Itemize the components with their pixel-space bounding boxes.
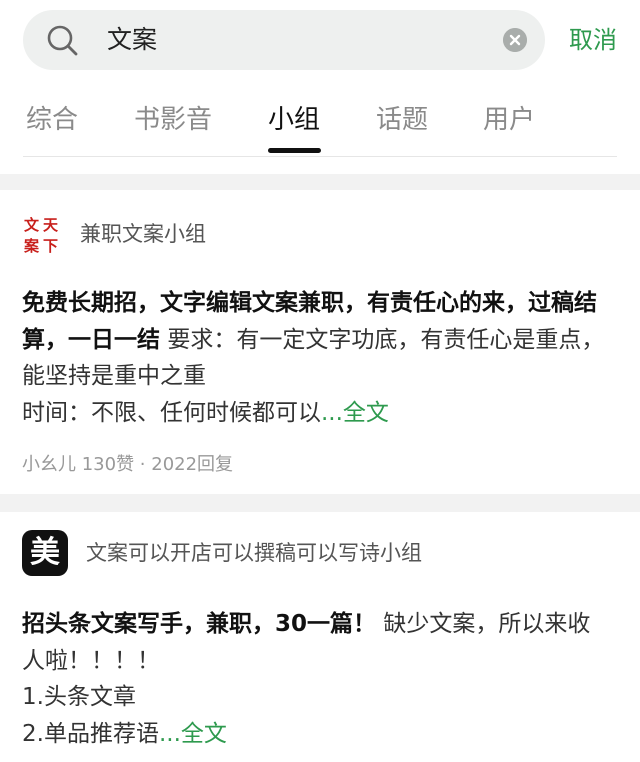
active-tab-indicator [268, 148, 321, 153]
section-gap [0, 494, 640, 512]
tab-users[interactable]: 用户 [483, 96, 535, 144]
svg-text:案: 案 [23, 237, 40, 255]
svg-text:天: 天 [43, 216, 59, 234]
read-more-link[interactable]: ...全文 [321, 400, 389, 426]
post-meta: 小幺儿 130赞 · 2022回复 [22, 454, 234, 475]
group-logo: 文 天 案 下 [23, 216, 59, 255]
group-name[interactable]: 兼职文案小组 [80, 219, 206, 249]
cancel-button[interactable]: 取消 [569, 22, 617, 58]
tab-comprehensive[interactable]: 综合 [26, 96, 78, 144]
search-icon [47, 25, 78, 56]
post-text-line: 2.单品推荐语 [22, 720, 159, 747]
clear-icon[interactable] [503, 28, 527, 52]
search-bar[interactable]: 文案 [23, 10, 545, 70]
read-more-link[interactable]: ...全文 [159, 721, 227, 747]
group-header[interactable]: 美 文案可以开店可以撰稿可以写诗小组 [22, 530, 422, 576]
post-title: 招头条文案写手，兼职，30一篇！ [22, 611, 377, 637]
tab-books-movies-music[interactable]: 书影音 [134, 96, 212, 144]
tab-topics[interactable]: 话题 [376, 96, 428, 144]
group-header[interactable]: 文 天 案 下 兼职文案小组 [22, 212, 206, 256]
post-text-line: 1.头条文章 [22, 684, 136, 710]
svg-text:文: 文 [24, 216, 40, 234]
search-results-page: 文案 取消 综合 书影音 小组 话题 用户 文 天 案 下 兼职文案小组 免费长… [0, 0, 640, 762]
svg-text:下: 下 [43, 237, 58, 255]
post-content[interactable]: 招头条文案写手，兼职，30一篇！ 缺少文案，所以来收人啦！！！！ 1.头条文章 … [22, 606, 612, 752]
post-card[interactable]: 美 文案可以开店可以撰稿可以写诗小组 招头条文案写手，兼职，30一篇！ 缺少文案… [0, 512, 640, 762]
post-content[interactable]: 免费长期招，文字编辑文案兼职，有责任心的来，过稿结算，一日一结 要求：有一定文字… [22, 285, 612, 431]
tabs-divider [23, 156, 617, 157]
group-logo: 美 [22, 530, 68, 576]
search-input[interactable]: 文案 [107, 22, 157, 58]
post-card[interactable]: 文 天 案 下 兼职文案小组 免费长期招，文字编辑文案兼职，有责任心的来，过稿结… [0, 190, 640, 492]
section-gap [0, 174, 640, 190]
post-text-line: 时间：不限、任何时候都可以 [22, 399, 321, 426]
tab-bar: 综合 书影音 小组 话题 用户 [0, 96, 640, 156]
group-name[interactable]: 文案可以开店可以撰稿可以写诗小组 [86, 538, 422, 568]
tab-groups[interactable]: 小组 [268, 96, 320, 144]
